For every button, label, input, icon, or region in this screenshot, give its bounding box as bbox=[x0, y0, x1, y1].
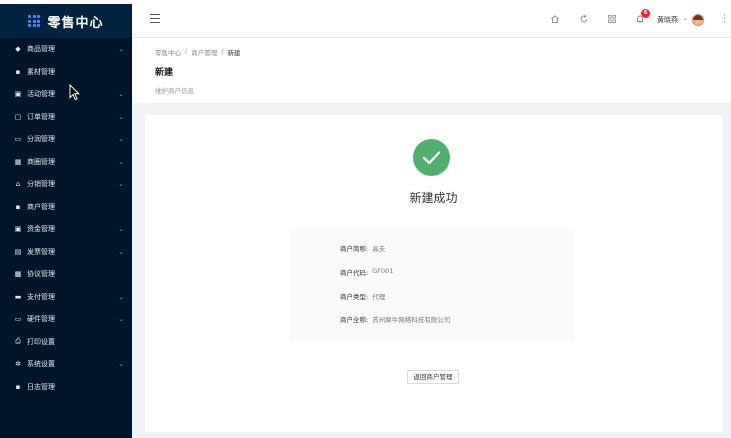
breadcrumb: 零售中心 / 商户管理 / 新建 bbox=[155, 47, 241, 57]
check-circle-icon bbox=[413, 139, 450, 176]
contract-icon: ▩ bbox=[14, 270, 22, 279]
refresh-icon[interactable] bbox=[579, 14, 589, 24]
order-icon: ▢ bbox=[14, 112, 22, 121]
sidebar-item[interactable]: ✲ 系统设置 ⌄ bbox=[0, 353, 132, 376]
idcard-icon: ▪ bbox=[15, 202, 21, 211]
sidebar-item[interactable]: ▩ 协议管理 bbox=[0, 263, 132, 286]
card-icon: ▬ bbox=[14, 292, 22, 301]
sidebar: 零售中心 ◆ 商品管理 ⌄ ▪ 素材管理 ▣ 活动管理 ⌄ ▢ 订单管理 ⌄ ▭ 分润管理 ⌄ ▦ 商圈管理 ⌄… bbox=[0, 0, 132, 438]
detail-value: 苏州犀牛网络科技有限公司 bbox=[372, 316, 451, 324]
sidebar-item[interactable]: ▪ 商户管理 bbox=[0, 196, 132, 219]
detail-row: 商户简称: 高夫 bbox=[340, 243, 385, 253]
top-header: 6 黄晓燕 ⌄ ⋮ bbox=[132, 0, 731, 38]
sidebar-item[interactable]: ▢ 订单管理 ⌄ bbox=[0, 106, 132, 129]
detail-value: 高夫 bbox=[372, 245, 386, 253]
detail-value: GF001 bbox=[372, 267, 394, 275]
sidebar-item-label: 商圈管理 bbox=[27, 157, 55, 166]
apps-icon[interactable] bbox=[607, 14, 617, 24]
logo[interactable]: 零售中心 bbox=[0, 4, 132, 38]
detail-row: 商户代码: GF001 bbox=[340, 267, 393, 277]
chevron-down-icon[interactable]: ⌄ bbox=[118, 180, 124, 188]
grid-icon: ▦ bbox=[14, 157, 22, 166]
detail-label: 商户全称: bbox=[340, 316, 369, 324]
sidebar-item[interactable]: ⌂ 分销管理 ⌄ bbox=[0, 173, 132, 196]
detail-label: 商户简称: bbox=[340, 245, 369, 253]
sidebar-menu: ◆ 商品管理 ⌄ ▪ 素材管理 ▣ 活动管理 ⌄ ▢ 订单管理 ⌄ ▭ 分润管理 ⌄ ▦ 商圈管理 ⌄ ⌂ 分销管理… bbox=[0, 38, 132, 398]
chevron-down-icon[interactable]: ⌄ bbox=[118, 113, 124, 121]
mouse-cursor-icon bbox=[69, 84, 80, 101]
username[interactable]: 黄晓燕 bbox=[657, 15, 678, 25]
sidebar-item-label: 打印设置 bbox=[27, 337, 55, 346]
detail-label: 商户类型: bbox=[340, 293, 369, 301]
gear-icon: ✲ bbox=[15, 360, 21, 369]
calendar-icon: ▣ bbox=[14, 90, 22, 99]
chevron-down-icon[interactable]: ⌄ bbox=[118, 360, 124, 368]
page-title: 新建 bbox=[155, 68, 174, 78]
page-subtitle: 维护商户信息 bbox=[155, 87, 194, 95]
chevron-down-icon[interactable]: ⌄ bbox=[118, 135, 124, 143]
more-vertical-icon[interactable]: ⋮ bbox=[720, 14, 729, 24]
sidebar-item[interactable]: ▭ 硬件管理 ⌄ bbox=[0, 308, 132, 331]
detail-row: 商户全称: 苏州犀牛网络科技有限公司 bbox=[340, 314, 450, 324]
sidebar-item[interactable]: ▭ 分润管理 ⌄ bbox=[0, 128, 132, 151]
sidebar-item-label: 商户管理 bbox=[27, 202, 55, 211]
chevron-down-icon[interactable]: ⌄ bbox=[118, 293, 124, 301]
chevron-down-icon[interactable]: ⌄ bbox=[118, 90, 124, 98]
page-header: 零售中心 / 商户管理 / 新建 新建 维护商户信息 bbox=[132, 38, 731, 103]
result-details: 商户简称: 高夫 商户代码: GF001 商户类型: 代理 商户全称: 苏州犀牛… bbox=[290, 228, 574, 341]
app-title: 零售中心 bbox=[47, 15, 104, 31]
detail-label: 商户代码: bbox=[340, 269, 369, 277]
sidebar-item-label: 协议管理 bbox=[27, 270, 55, 279]
sidebar-item-label: 分润管理 bbox=[27, 135, 55, 144]
file-icon: ▪ bbox=[15, 67, 21, 76]
sidebar-item-label: 素材管理 bbox=[27, 67, 55, 76]
sidebar-item-label: 商品管理 bbox=[27, 45, 55, 54]
monitor-icon: ▭ bbox=[14, 135, 22, 144]
detail-value: 代理 bbox=[372, 293, 386, 301]
wallet-icon: ▣ bbox=[14, 225, 22, 234]
sidebar-item[interactable]: ▣ 活动管理 ⌄ bbox=[0, 83, 132, 106]
chevron-down-icon[interactable]: ⌄ bbox=[683, 15, 688, 22]
notification-badge: 6 bbox=[641, 9, 650, 18]
tag-icon: ◆ bbox=[15, 45, 21, 54]
sidebar-item[interactable]: ▣ 资金管理 ⌄ bbox=[0, 218, 132, 241]
breadcrumb-current: 新建 bbox=[227, 49, 241, 57]
detail-row: 商户类型: 代理 bbox=[340, 291, 385, 301]
breadcrumb-item[interactable]: 商户管理 bbox=[191, 47, 217, 57]
home-icon[interactable] bbox=[550, 14, 560, 24]
sidebar-item-label: 日志管理 bbox=[27, 382, 55, 391]
sidebar-item[interactable]: ⎙ 打印设置 bbox=[0, 331, 132, 354]
result-title: 新建成功 bbox=[409, 191, 458, 205]
chevron-down-icon[interactable]: ⌄ bbox=[118, 225, 124, 233]
home-icon: ⌂ bbox=[15, 180, 21, 189]
chevron-down-icon[interactable]: ⌄ bbox=[118, 248, 124, 256]
sidebar-item-label: 支付管理 bbox=[27, 292, 55, 301]
sidebar-item-label: 订单管理 bbox=[27, 112, 55, 121]
printer-icon: ⎙ bbox=[15, 337, 21, 346]
avatar[interactable] bbox=[692, 14, 704, 26]
breadcrumb-item[interactable]: 零售中心 bbox=[155, 47, 181, 57]
result-card: 新建成功 商户简称: 高夫 商户代码: GF001 商户类型: 代理 商户全称:… bbox=[145, 115, 722, 432]
sidebar-item[interactable]: ▪ 日志管理 bbox=[0, 376, 132, 399]
sidebar-item-label: 分销管理 bbox=[27, 180, 55, 189]
chevron-down-icon[interactable]: ⌄ bbox=[118, 315, 124, 323]
sidebar-item-label: 资金管理 bbox=[27, 225, 55, 234]
menu-toggle-icon[interactable] bbox=[150, 14, 160, 23]
back-to-merchant-button[interactable]: 返回商户管理 bbox=[407, 370, 459, 384]
sidebar-item-label: 系统设置 bbox=[27, 360, 55, 369]
apps-grid-icon bbox=[28, 15, 41, 27]
sidebar-item[interactable]: ▪ 素材管理 bbox=[0, 61, 132, 84]
sidebar-item-label: 硬件管理 bbox=[27, 315, 55, 324]
sidebar-item[interactable]: ▦ 商圈管理 ⌄ bbox=[0, 151, 132, 174]
sidebar-item[interactable]: ▬ 支付管理 ⌄ bbox=[0, 286, 132, 309]
chevron-down-icon[interactable]: ⌄ bbox=[118, 45, 124, 53]
invoice-icon: ▤ bbox=[14, 247, 22, 256]
sidebar-item[interactable]: ◆ 商品管理 ⌄ bbox=[0, 38, 132, 61]
sidebar-item-label: 发票管理 bbox=[27, 247, 55, 256]
device-icon: ▭ bbox=[14, 315, 22, 324]
log-icon: ▪ bbox=[15, 382, 21, 391]
chevron-down-icon[interactable]: ⌄ bbox=[118, 158, 124, 166]
sidebar-item[interactable]: ▤ 发票管理 ⌄ bbox=[0, 241, 132, 264]
